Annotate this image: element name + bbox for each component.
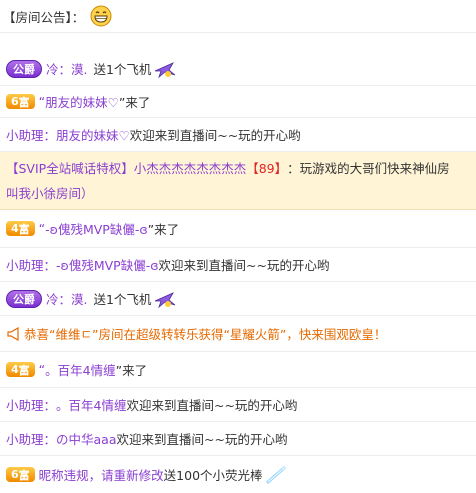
user-name[interactable]: -ʚ傀残MVP缺儷-ɞ bbox=[56, 255, 159, 274]
noble-badge: 公爵 bbox=[6, 59, 42, 78]
sender-name[interactable]: 冷：漠. bbox=[46, 59, 87, 78]
enter-message: 4富 “ 。百年4情缠 ”来了 bbox=[0, 352, 476, 388]
enter-message: 4富 “ -ʚ傀残MVP缺儷-ɞ ”来了 bbox=[0, 210, 476, 248]
gift-action: 送1个飞机 bbox=[93, 292, 152, 307]
airplane-gift-icon bbox=[155, 291, 176, 308]
glow-stick-icon bbox=[266, 465, 286, 483]
assistant-message: 小助理： 。百年4情缠 欢迎来到直播间~~玩的开心哟 bbox=[0, 388, 476, 422]
rank-suffix: 富 bbox=[18, 222, 30, 236]
notice-label: 【房间公告】： bbox=[3, 9, 85, 25]
shout-text-line1: ：玩游戏的大哥们快来神仙房 bbox=[287, 161, 450, 176]
assistant-message: 小助理： の中华aaa 欢迎来到直播间~~玩的开心哟 bbox=[0, 422, 476, 456]
airplane-gift-icon bbox=[155, 61, 176, 78]
assistant-prefix: 小助理： bbox=[6, 258, 57, 273]
sender-name[interactable]: 冷：漠. bbox=[46, 289, 87, 308]
assistant-prefix: 小助理： bbox=[6, 128, 57, 143]
user-name[interactable]: の中华aaa bbox=[56, 429, 116, 448]
enter-message: 6富 “ 朋友的妹妹♡ ”来了 bbox=[0, 86, 476, 118]
horn-icon bbox=[7, 326, 19, 341]
gift-message: 6富 昵称违规，请重新修改 送100个小荧光棒 bbox=[0, 456, 476, 493]
rank-suffix: 富 bbox=[18, 95, 30, 109]
rank-level: 4 bbox=[11, 222, 19, 235]
svip-label: 【SVIP全站喊话特权】 bbox=[6, 161, 134, 176]
rank-suffix: 富 bbox=[18, 468, 30, 482]
user-name[interactable]: 。百年4情缠 bbox=[56, 395, 126, 414]
assistant-message: 小助理： -ʚ傀残MVP缺儷-ɞ 欢迎来到直播间~~玩的开心哟 bbox=[0, 248, 476, 282]
gift-message: 公爵 冷：漠. 送1个飞机 bbox=[0, 52, 476, 86]
welcome-text: 欢迎来到直播间~~玩的开心哟 bbox=[129, 128, 301, 143]
sender-name[interactable]: 昵称违规，请重新修改 bbox=[39, 465, 164, 484]
assistant-prefix: 小助理： bbox=[6, 432, 57, 447]
room-notice: 【房间公告】： bbox=[0, 0, 476, 33]
grin-emoji-icon bbox=[90, 5, 112, 27]
svip-shout-message: 【SVIP全站喊话特权】 小杰杰杰杰杰杰杰杰 【89】 ：玩游戏的大哥们快来神仙… bbox=[0, 152, 476, 210]
rank-level: 4 bbox=[11, 363, 19, 376]
rank-level: 6 bbox=[11, 468, 19, 481]
enter-suffix: ”来了 bbox=[118, 95, 151, 110]
shout-user[interactable]: 小杰杰杰杰杰杰杰杰 bbox=[134, 158, 247, 177]
user-name[interactable]: 朋友的妹妹♡ bbox=[56, 125, 130, 144]
wealth-rank-badge: 6富 bbox=[6, 94, 35, 109]
user-name[interactable]: 朋友的妹妹♡ bbox=[45, 92, 119, 111]
assistant-message: 小助理： 朋友的妹妹♡ 欢迎来到直播间~~玩的开心哟 bbox=[0, 118, 476, 152]
user-name[interactable]: 。百年4情缠 bbox=[45, 360, 115, 379]
welcome-text: 欢迎来到直播间~~玩的开心哟 bbox=[126, 398, 298, 413]
wealth-rank-badge: 6富 bbox=[6, 467, 35, 482]
welcome-text: 欢迎来到直播间~~玩的开心哟 bbox=[158, 258, 330, 273]
noble-badge: 公爵 bbox=[6, 289, 42, 308]
user-name[interactable]: -ʚ傀残MVP缺儷-ɞ bbox=[45, 219, 148, 238]
congrats-text: 恭喜“维维ㄷ”房间在超级转转乐获得“星耀火箭”，快来围观欧皇！ bbox=[24, 327, 387, 342]
user-level: 【89】 bbox=[246, 161, 288, 176]
enter-suffix: ”来了 bbox=[115, 363, 148, 378]
enter-suffix: ”来了 bbox=[147, 222, 180, 237]
gift-message: 公爵 冷：漠. 送1个飞机 bbox=[0, 282, 476, 316]
wealth-rank-badge: 4富 bbox=[6, 221, 35, 236]
shout-text-line2: 叫我小徐房间） bbox=[6, 186, 94, 201]
gift-action: 送100个小荧光棒 bbox=[163, 468, 263, 483]
rank-level: 6 bbox=[11, 95, 19, 108]
assistant-prefix: 小助理： bbox=[6, 398, 57, 413]
wealth-rank-badge: 4富 bbox=[6, 362, 35, 377]
rank-suffix: 富 bbox=[18, 363, 30, 377]
gift-action: 送1个飞机 bbox=[93, 62, 152, 77]
congrats-message: 恭喜“维维ㄷ”房间在超级转转乐获得“星耀火箭”，快来围观欧皇！ bbox=[0, 316, 476, 352]
welcome-text: 欢迎来到直播间~~玩的开心哟 bbox=[116, 432, 288, 447]
